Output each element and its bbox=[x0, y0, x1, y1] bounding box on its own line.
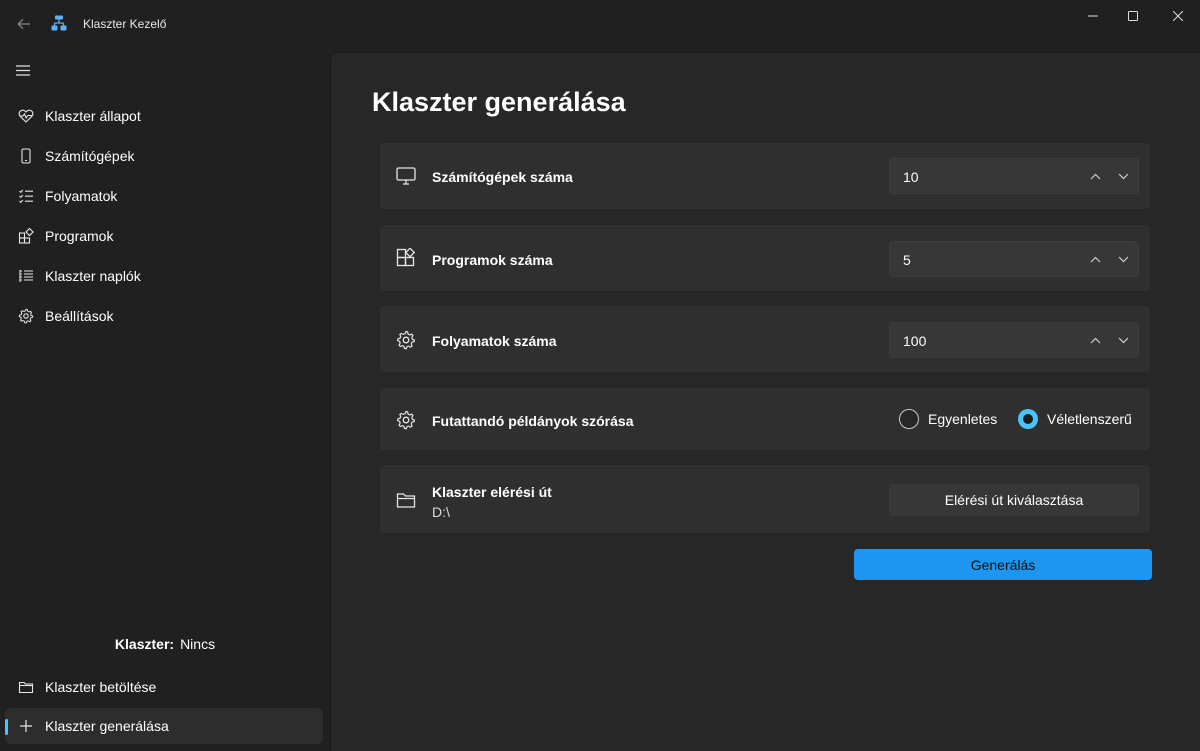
gear-icon bbox=[395, 329, 417, 351]
apps-icon bbox=[18, 228, 34, 244]
sidebar-item-label: Programok bbox=[45, 228, 114, 244]
cluster-status-value: Nincs bbox=[180, 636, 216, 652]
programs-count-card: Programok száma 5 bbox=[379, 224, 1151, 292]
radio-label: Véletlenszerű bbox=[1047, 411, 1132, 427]
maximize-icon bbox=[1128, 11, 1138, 21]
decrement-button[interactable] bbox=[1114, 331, 1132, 349]
title-bar: Klaszter Kezelő bbox=[0, 0, 1200, 48]
computers-count-input[interactable]: 10 bbox=[889, 158, 1139, 194]
gear-icon bbox=[18, 308, 34, 324]
phone-icon bbox=[18, 148, 34, 164]
list-icon bbox=[18, 268, 34, 284]
sidebar-item-computers[interactable]: Számítógépek bbox=[5, 138, 323, 174]
increment-button[interactable] bbox=[1086, 331, 1104, 349]
checklist-icon bbox=[18, 188, 34, 204]
back-arrow-icon bbox=[17, 18, 30, 30]
sidebar-item-label: Beállítások bbox=[45, 308, 114, 324]
select-path-button[interactable]: Elérési út kiválasztása bbox=[889, 484, 1139, 516]
sidebar-item-label: Számítógépek bbox=[45, 148, 135, 164]
radio-circle[interactable] bbox=[899, 409, 919, 429]
radio-random[interactable]: Véletlenszerű bbox=[1018, 409, 1132, 429]
sidebar-item-settings[interactable]: Beállítások bbox=[5, 298, 323, 334]
hamburger-icon bbox=[16, 64, 30, 76]
sidebar-item-processes[interactable]: Folyamatok bbox=[5, 178, 323, 214]
heart-pulse-icon bbox=[18, 108, 34, 124]
sidebar-item-cluster-logs[interactable]: Klaszter naplók bbox=[5, 258, 323, 294]
chevron-up-icon bbox=[1090, 337, 1100, 343]
folder-icon bbox=[18, 679, 34, 695]
processes-count-label: Folyamatok száma bbox=[432, 333, 557, 349]
chevron-down-icon bbox=[1118, 256, 1128, 262]
cluster-status-label: Klaszter: bbox=[114, 636, 175, 652]
minimize-icon bbox=[1088, 15, 1098, 17]
programs-count-value: 5 bbox=[903, 252, 911, 268]
distribution-label: Futattandó példányok szórása bbox=[432, 413, 634, 429]
sidebar-item-label: Klaszter naplók bbox=[45, 268, 141, 284]
distribution-card: Futattandó példányok szórása Egyenletes … bbox=[379, 387, 1151, 451]
decrement-button[interactable] bbox=[1114, 167, 1132, 185]
radio-label: Egyenletes bbox=[928, 411, 998, 427]
increment-button[interactable] bbox=[1086, 167, 1104, 185]
monitor-icon bbox=[395, 165, 417, 187]
radio-uniform[interactable]: Egyenletes bbox=[899, 409, 997, 429]
apps-icon bbox=[395, 247, 417, 269]
processes-count-card: Folyamatok száma 100 bbox=[379, 305, 1151, 373]
computers-count-card: Számítógépek száma 10 bbox=[379, 142, 1151, 210]
sidebar-item-generate-cluster[interactable]: Klaszter generálása bbox=[5, 708, 323, 744]
app-title: Klaszter Kezelő bbox=[83, 17, 167, 31]
plus-icon bbox=[18, 718, 34, 734]
computers-count-label: Számítógépek száma bbox=[432, 169, 573, 185]
close-icon bbox=[1173, 11, 1183, 21]
sidebar-item-label: Klaszter betöltése bbox=[45, 679, 157, 695]
cluster-status: Klaszter: Nincs bbox=[0, 636, 330, 652]
gear-icon bbox=[395, 409, 417, 431]
chevron-down-icon bbox=[1118, 337, 1128, 343]
sidebar-item-label: Klaszter állapot bbox=[45, 108, 141, 124]
sidebar-item-label: Klaszter generálása bbox=[45, 718, 169, 734]
maximize-button[interactable] bbox=[1110, 0, 1156, 32]
menu-toggle-button[interactable] bbox=[9, 56, 37, 84]
close-button[interactable] bbox=[1155, 0, 1200, 32]
increment-button[interactable] bbox=[1086, 250, 1104, 268]
cluster-path-value: D:\ bbox=[432, 504, 450, 520]
processes-count-value: 100 bbox=[903, 333, 927, 349]
sidebar-item-programs[interactable]: Programok bbox=[5, 218, 323, 254]
sidebar-item-cluster-status[interactable]: Klaszter állapot bbox=[5, 98, 323, 134]
programs-count-label: Programok száma bbox=[432, 252, 553, 268]
generate-button[interactable]: Generálás bbox=[854, 549, 1152, 580]
processes-count-input[interactable]: 100 bbox=[889, 322, 1139, 358]
back-button[interactable] bbox=[10, 10, 38, 38]
cluster-path-label: Klaszter elérési út bbox=[432, 484, 552, 500]
cluster-path-card: Klaszter elérési út D:\ Elérési út kivál… bbox=[379, 464, 1151, 534]
radio-circle-selected[interactable] bbox=[1018, 409, 1038, 429]
sidebar-item-load-cluster[interactable]: Klaszter betöltése bbox=[5, 669, 323, 705]
content-panel: Klaszter generálása Számítógépek száma 1… bbox=[330, 52, 1200, 751]
decrement-button[interactable] bbox=[1114, 250, 1132, 268]
chevron-up-icon bbox=[1090, 173, 1100, 179]
folder-icon bbox=[395, 489, 417, 511]
sidebar-item-label: Folyamatok bbox=[45, 188, 118, 204]
chevron-down-icon bbox=[1118, 173, 1128, 179]
page-title: Klaszter generálása bbox=[372, 87, 626, 117]
chevron-up-icon bbox=[1090, 256, 1100, 262]
computers-count-value: 10 bbox=[903, 169, 919, 185]
programs-count-input[interactable]: 5 bbox=[889, 241, 1139, 277]
app-logo-icon bbox=[51, 15, 67, 31]
